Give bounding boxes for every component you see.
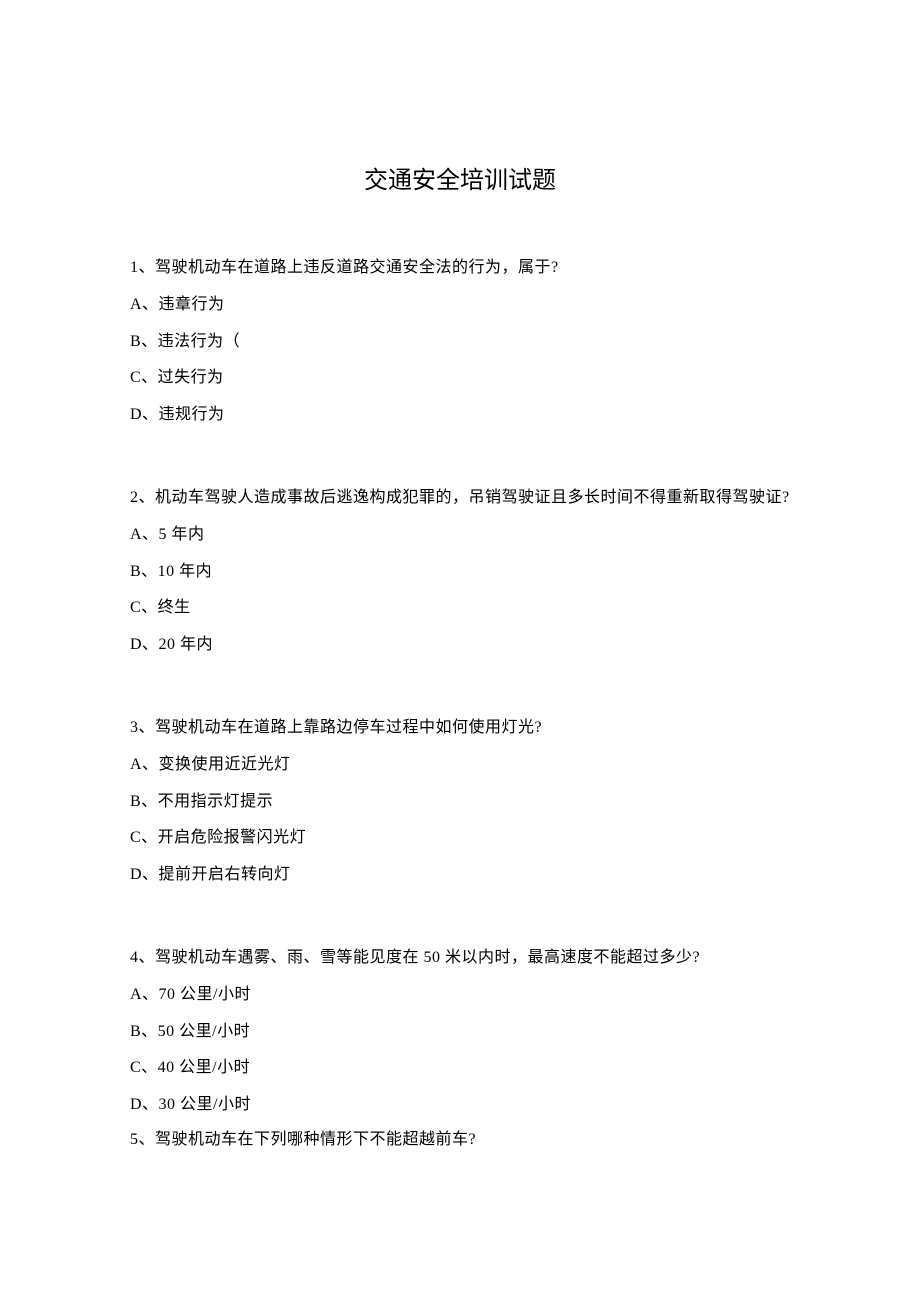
option-d: D、30 公里/小时 [130,1087,790,1124]
option-a: A、70 公里/小时 [130,977,790,1014]
question-4: 4、驾驶机动车遇雾、雨、雪等能见度在 50 米以内时，最高速度不能超过多少? A… [130,940,790,1155]
option-c: C、开启危险报警闪光灯 [130,820,790,857]
option-c: C、终生 [130,590,790,627]
option-a: A、5 年内 [130,517,790,554]
question-text: 1、驾驶机动车在道路上违反道路交通安全法的行为，属于? [130,250,790,287]
option-a: A、违章行为 [130,287,790,324]
option-c: C、过失行为 [130,360,790,397]
page-title: 交通安全培训试题 [130,160,790,195]
option-c: C、40 公里/小时 [130,1050,790,1087]
question-text: 2、机动车驾驶人造成事故后逃逸构成犯罪的，吊销驾驶证且多长时间不得重新取得驾驶证… [130,480,790,517]
option-d: D、提前开启右转向灯 [130,857,790,894]
option-d: D、违规行为 [130,397,790,434]
question-2: 2、机动车驾驶人造成事故后逃逸构成犯罪的，吊销驾驶证且多长时间不得重新取得驾驶证… [130,480,790,664]
option-b: B、50 公里/小时 [130,1014,790,1051]
option-b: B、违法行为（ [130,324,790,361]
question-5-text: 5、驾驶机动车在下列哪种情形下不能超越前车? [130,1126,790,1155]
option-b: B、不用指示灯提示 [130,784,790,821]
question-text: 4、驾驶机动车遇雾、雨、雪等能见度在 50 米以内时，最高速度不能超过多少? [130,940,790,977]
question-text: 3、驾驶机动车在道路上靠路边停车过程中如何使用灯光? [130,710,790,747]
question-1: 1、驾驶机动车在道路上违反道路交通安全法的行为，属于? A、违章行为 B、违法行… [130,250,790,434]
option-a: A、变换使用近近光灯 [130,747,790,784]
question-3: 3、驾驶机动车在道路上靠路边停车过程中如何使用灯光? A、变换使用近近光灯 B、… [130,710,790,894]
option-b: B、10 年内 [130,554,790,591]
option-d: D、20 年内 [130,627,790,664]
